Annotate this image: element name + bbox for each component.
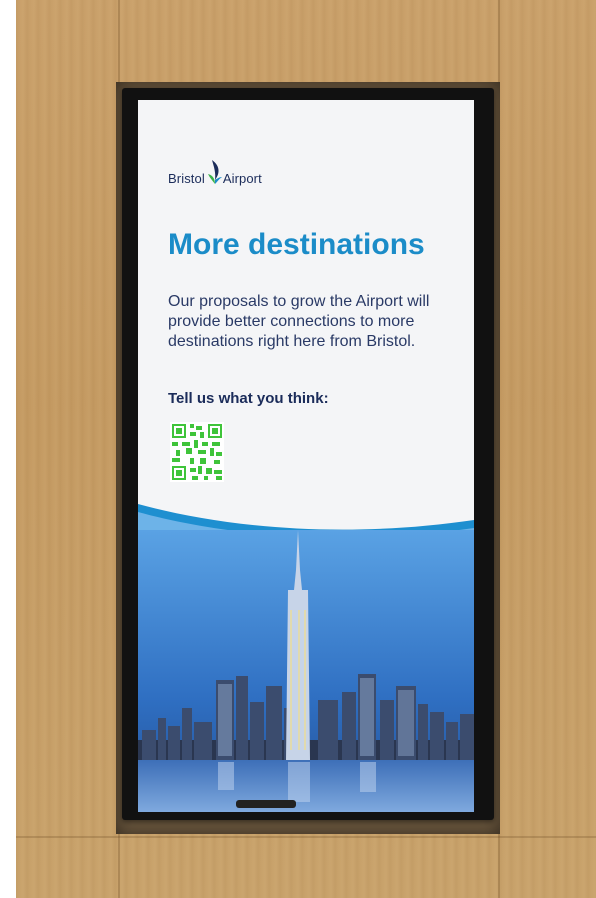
- wall-seam: [16, 836, 596, 838]
- body-text: Our proposals to grow the Airport will p…: [168, 293, 430, 350]
- digital-sign-screen: Bristol Airport More destinations Our pr…: [138, 100, 474, 812]
- bristol-airport-logo-icon: [207, 160, 222, 184]
- call-to-action: Tell us what you think:: [168, 390, 329, 407]
- city-skyline-photo: [138, 530, 474, 812]
- logo-text-left: Bristol: [168, 171, 205, 186]
- bristol-airport-logo: Bristol Airport: [168, 160, 262, 186]
- headline: More destinations: [168, 228, 425, 261]
- qr-code-icon[interactable]: [170, 422, 224, 482]
- logo-text-right: Airport: [222, 171, 262, 186]
- display-stand: [236, 800, 296, 808]
